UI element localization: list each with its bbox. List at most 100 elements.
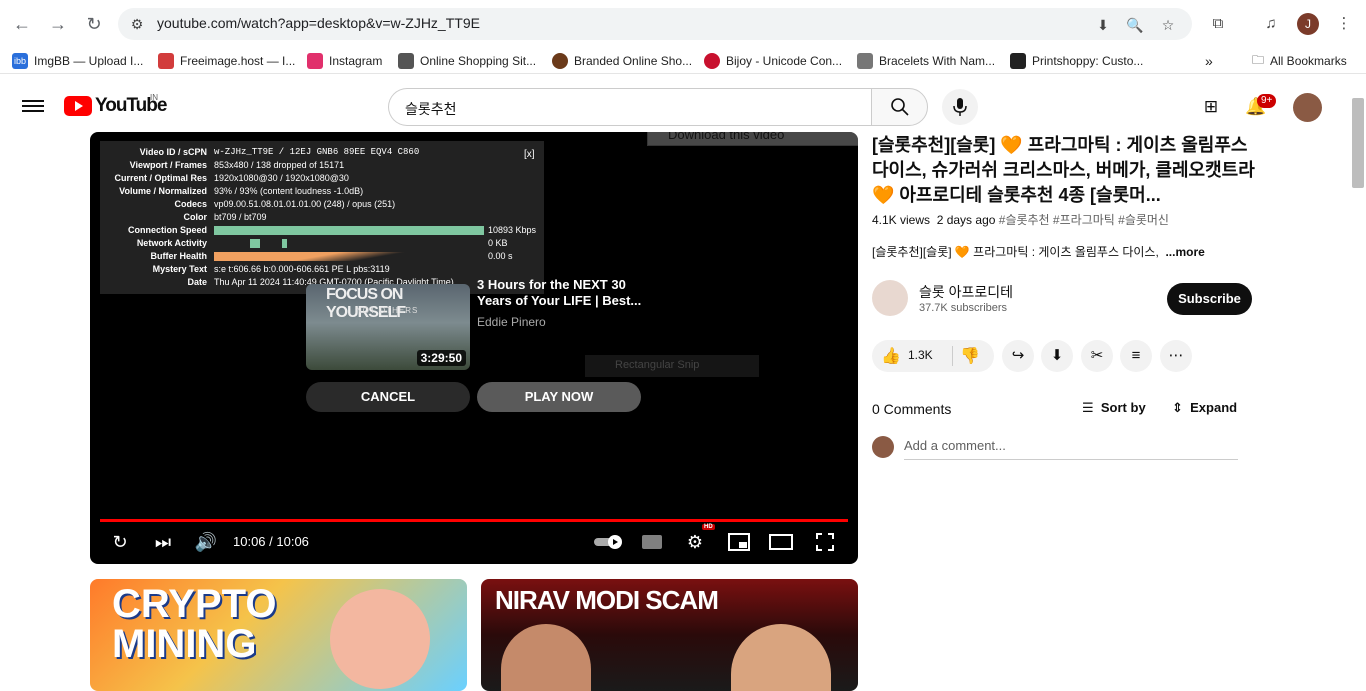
install-app-icon[interactable]: ⬇ <box>1093 15 1113 35</box>
folder-icon: 🗀 <box>1252 52 1265 67</box>
channel-name[interactable]: 슬롯 아프로디테 <box>919 282 1013 302</box>
endscreen-thumbnail[interactable]: FOCUS ON YOURSELF NOT OTHERS 3:29:50 <box>306 284 470 370</box>
recommendation-thumbnail[interactable]: CRYPTO MINING <box>90 579 467 691</box>
endscreen-title[interactable]: 3 Hours for the NEXT 30 Years of Your LI… <box>477 277 642 309</box>
stats-row: Current / Optimal Res 1920x1080@30 / 1920… <box>114 173 349 183</box>
miniplayer-icon[interactable] <box>726 529 752 555</box>
stats-row: Mystery Text s:e t:606.66 b:0.000-606.661… <box>152 264 390 274</box>
channel-avatar[interactable] <box>872 280 908 316</box>
youtube-header: YouTube IN 슬롯추천 ⊞ 🔔 9+ <box>0 82 1366 132</box>
duration-badge: 3:29:50 <box>416 350 466 366</box>
snip-overlay: Rectangular Snip <box>585 355 759 377</box>
comment-input[interactable]: Add a comment... <box>904 438 1238 460</box>
recommendation-thumbnail[interactable]: NIRAV MODI SCAM <box>481 579 858 691</box>
forward-icon[interactable]: → <box>46 12 70 36</box>
bookmark-star-icon[interactable]: ☆ <box>1158 15 1178 35</box>
hashtags[interactable]: #슬롯추천 #프라그마틱 #슬롯머신 <box>999 213 1169 227</box>
bookmark-item[interactable]: Printshoppy: Custo... <box>1010 53 1143 69</box>
video-player[interactable]: Download this video [x] Video ID / sCPN w… <box>90 132 858 564</box>
search-input[interactable]: 슬롯추천 <box>388 88 872 126</box>
bookmark-item[interactable]: Branded Online Sho... <box>552 53 692 69</box>
search-button[interactable] <box>871 88 928 126</box>
like-count[interactable]: 1.3K <box>908 348 933 362</box>
stats-row: Volume / Normalized 93% / 93% (content lo… <box>119 186 364 196</box>
avatar[interactable] <box>1293 93 1322 122</box>
download-extension-button[interactable]: Download this video <box>647 132 858 146</box>
scrollbar-thumb[interactable] <box>1352 98 1364 188</box>
progress-bar[interactable] <box>100 519 848 522</box>
sort-button[interactable]: ☰ Sort by <box>1082 400 1146 416</box>
extensions-icon[interactable]: ⧉ <box>1206 12 1230 36</box>
bookmarks-bar: ibb ImgBB — Upload I... Freeimage.host — … <box>0 48 1366 74</box>
thumbs-up-icon[interactable]: 👍 <box>881 346 901 366</box>
video-description[interactable]: [슬롯추천][슬롯] 🧡 프라그마틱 : 게이츠 올림푸스 다이스, ...mo… <box>872 243 1205 260</box>
stats-row: Video ID / sCPN w-ZJHz_TT9E / 12EJ GNB6 8… <box>139 147 420 157</box>
bookmark-item[interactable]: Instagram <box>307 53 382 69</box>
play-now-button[interactable]: PLAY NOW <box>477 382 641 412</box>
replay-icon[interactable]: ↻ <box>107 529 133 555</box>
youtube-play-icon <box>64 96 92 116</box>
next-icon[interactable]: ⏭ <box>150 529 176 555</box>
like-dislike-group: 👍 1.3K 👎 <box>872 340 994 372</box>
chrome-menu-icon[interactable]: ⋮ <box>1332 12 1356 36</box>
divider <box>952 346 953 366</box>
stats-row: Viewport / Frames 853x480 / 138 dropped o… <box>129 160 345 170</box>
globe-icon <box>398 53 414 69</box>
thumbs-down-icon[interactable]: 👎 <box>960 346 980 366</box>
bookmark-item[interactable]: ibb ImgBB — Upload I... <box>12 53 143 69</box>
more-actions-icon[interactable]: ⋯ <box>1160 340 1192 372</box>
media-control-icon[interactable]: ♫ <box>1259 12 1283 36</box>
theater-mode-icon[interactable] <box>768 529 794 555</box>
instagram-icon <box>307 53 323 69</box>
comments-count: 0 Comments <box>872 401 952 417</box>
face-graphic <box>330 589 430 689</box>
imgbb-icon: ibb <box>12 53 28 69</box>
expand-icon: ⇕ <box>1172 400 1183 415</box>
back-icon[interactable]: ← <box>10 12 34 36</box>
endscreen-channel: Eddie Pinero <box>477 315 546 329</box>
stats-row: Codecs vp09.00.51.08.01.01.01.00 (248) / … <box>174 199 396 209</box>
reload-icon[interactable]: ↻ <box>82 12 106 36</box>
youtube-logo[interactable]: YouTube IN <box>64 93 167 117</box>
face-graphic <box>501 624 591 691</box>
video-meta: 4.1K views 2 days ago #슬롯추천 #프라그마틱 #슬롯머신 <box>872 213 1169 227</box>
video-title: [슬롯추천][슬롯] 🧡 프라그마틱 : 게이츠 올림푸스 다이스, 슈가러쉬 … <box>872 135 1255 205</box>
expand-button[interactable]: ⇕ Expand <box>1172 400 1237 416</box>
cancel-button[interactable]: CANCEL <box>306 382 470 412</box>
branded-icon <box>552 53 568 69</box>
save-to-playlist-icon[interactable]: ≡ <box>1120 340 1152 372</box>
zoom-icon[interactable]: 🔍 <box>1125 15 1145 35</box>
share-icon[interactable]: ↪ <box>1002 340 1034 372</box>
volume-icon[interactable]: 🔊 <box>193 529 219 555</box>
clip-icon[interactable]: ✂ <box>1081 340 1113 372</box>
create-icon[interactable]: ⊞ <box>1199 95 1223 119</box>
buffer-health-graph <box>214 252 484 261</box>
subscribe-button[interactable]: Subscribe <box>1167 283 1252 315</box>
voice-search-button[interactable] <box>942 89 978 125</box>
freeimage-icon <box>158 53 174 69</box>
bookmark-item[interactable]: Freeimage.host — I... <box>158 53 295 69</box>
menu-icon[interactable] <box>22 97 44 115</box>
address-bar[interactable]: ⚙ youtube.com/watch?app=desktop&v=w-ZJHz… <box>118 8 1192 40</box>
subtitles-icon[interactable] <box>639 529 665 555</box>
stats-row: Color bt709 / bt709 <box>183 212 267 222</box>
subscriber-count: 37.7K subscribers <box>919 302 1008 314</box>
bookmark-item[interactable]: Bijoy - Unicode Con... <box>704 53 842 69</box>
settings-icon[interactable]: ⚙ <box>682 529 708 555</box>
bracelet-icon <box>857 53 873 69</box>
download-icon[interactable]: ⬇ <box>1041 340 1073 372</box>
all-bookmarks[interactable]: 🗀 All Bookmarks <box>1252 53 1347 69</box>
hd-badge: HD <box>702 524 715 530</box>
bookmark-item[interactable]: Online Shopping Sit... <box>398 53 536 69</box>
autoplay-toggle[interactable] <box>593 529 625 555</box>
url-text[interactable]: youtube.com/watch?app=desktop&v=w-ZJHz_T… <box>157 15 480 31</box>
more-link[interactable]: ...more <box>1165 245 1204 259</box>
fullscreen-icon[interactable] <box>812 529 838 555</box>
profile-avatar[interactable]: J <box>1297 13 1319 35</box>
search-icon <box>891 98 909 116</box>
site-info-icon[interactable]: ⚙ <box>128 15 146 33</box>
bookmark-item[interactable]: Bracelets With Nam... <box>857 53 995 69</box>
stats-row: Network Activity 0 KB <box>136 238 508 248</box>
mic-icon <box>953 98 967 116</box>
more-bookmarks-icon[interactable]: » <box>1205 53 1213 69</box>
